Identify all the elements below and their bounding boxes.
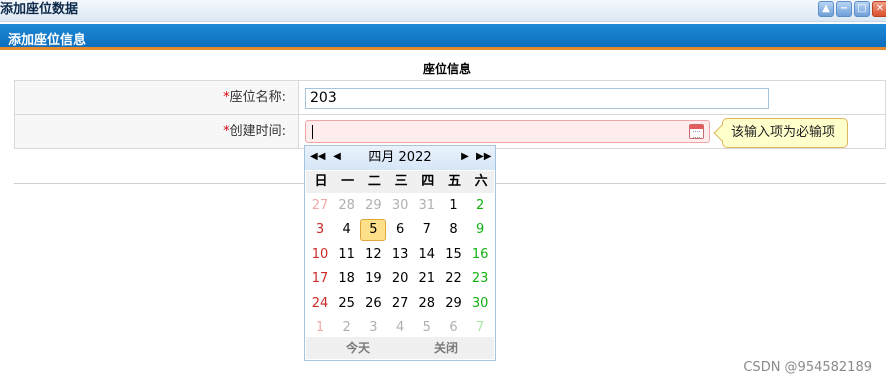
weekday-header: 三 [394,174,408,189]
section-header: 添加座位信息 [0,24,886,50]
calendar-day[interactable]: 2 [334,317,360,339]
weekday-header: 日 [314,174,328,189]
calendar-day[interactable]: 4 [387,317,413,339]
calendar-day[interactable]: 11 [334,244,360,266]
calendar-day[interactable]: 12 [360,244,386,266]
calendar-day[interactable]: 7 [414,219,440,241]
next-month-icon[interactable]: ▶ [458,150,472,164]
close-calendar-button[interactable]: 关闭 [434,337,458,359]
weekday-header: 六 [474,174,488,189]
validation-tooltip-text: 该输入项为必输项 [731,125,836,140]
calendar-day[interactable]: 29 [441,293,467,315]
calendar-day[interactable]: 28 [334,195,360,217]
seat-name-cell: 203 [299,81,885,114]
calendar-day[interactable]: 13 [387,244,413,266]
calendar-day[interactable]: 16 [467,244,493,266]
validation-tooltip: 该输入项为必输项 [713,118,849,148]
seat-name-label-text: 座位名称: [229,90,286,105]
calendar-day[interactable]: 14 [414,244,440,266]
calendar-footer: 今天 关闭 [306,337,494,359]
calendar-day[interactable]: 8 [441,219,467,241]
form-caption: 座位信息 [422,62,471,76]
calendar-day[interactable]: 6 [441,317,467,339]
calendar-day[interactable]: 1 [441,195,467,217]
calendar-day[interactable]: 21 [414,268,440,290]
seat-name-input[interactable]: 203 [305,88,769,109]
calendar-day[interactable]: 26 [360,293,386,315]
watermark: CSDN @954582189 [743,360,872,375]
calendar-day[interactable]: 3 [307,219,333,241]
calendar-day[interactable]: 30 [387,195,413,217]
calendar-icon[interactable] [689,124,704,139]
calendar-day[interactable]: 29 [360,195,386,217]
calendar-day[interactable]: 9 [467,219,493,241]
calendar-day[interactable]: 30 [467,293,493,315]
calendar-day[interactable]: 18 [334,268,360,290]
close-icon[interactable]: ✕ [872,1,886,17]
minimize-icon[interactable]: − [836,1,852,17]
next-year-icon[interactable]: ▶▶ [476,150,491,164]
calendar-day[interactable]: 10 [307,244,333,266]
text-caret [312,125,313,139]
calendar-day[interactable]: 2 [467,195,493,217]
create-time-label-text: 创建时间: [229,124,286,139]
weekday-header: 二 [367,174,381,189]
seat-name-label: *座位名称: [15,81,299,114]
calendar-day[interactable]: 6 [387,219,413,241]
calendar-day[interactable]: 25 [334,293,360,315]
calendar-day[interactable]: 15 [441,244,467,266]
calendar-day[interactable]: 5 [414,317,440,339]
today-button[interactable]: 今天 [346,337,370,359]
calendar-day[interactable]: 7 [467,317,493,339]
calendar-day[interactable]: 20 [387,268,413,290]
calendar-day[interactable]: 3 [360,317,386,339]
window-titlebar: 添加座位数据 ▲ − □ ✕ [0,0,886,22]
calendar-day[interactable]: 22 [441,268,467,290]
window-title: 添加座位数据 [0,2,79,17]
calendar-header: ◀◀ ◀ 四月 2022 ▶ ▶▶ [305,146,495,170]
create-time-input[interactable] [305,120,710,143]
calendar-day[interactable]: 28 [414,293,440,315]
form-row-seat-name: *座位名称: 203 [14,80,886,115]
calendar-day[interactable]: 31 [414,195,440,217]
calendar-day[interactable]: 5 [360,219,387,242]
calendar-day[interactable]: 4 [334,219,360,241]
calendar-weekday-header: 日一二三四五六 [306,171,494,193]
calendar-day[interactable]: 17 [307,268,333,290]
calendar-day[interactable]: 19 [360,268,386,290]
date-picker: ◀◀ ◀ 四月 2022 ▶ ▶▶ 日一二三四五六 27 28 29 30 31 1 2 3 4… [304,145,496,361]
weekday-header: 一 [341,174,355,189]
calendar-day[interactable]: 27 [387,293,413,315]
collapse-icon[interactable]: ▲ [818,1,834,17]
weekday-header: 五 [447,174,461,189]
weekday-header: 四 [421,174,435,189]
calendar-day[interactable]: 23 [467,268,493,290]
calendar-day[interactable]: 27 [307,195,333,217]
create-time-label: *创建时间: [15,115,299,148]
maximize-icon[interactable]: □ [854,1,870,17]
calendar-day[interactable]: 24 [307,293,333,315]
section-title: 添加座位信息 [8,33,87,48]
calendar-day[interactable]: 1 [307,317,333,339]
